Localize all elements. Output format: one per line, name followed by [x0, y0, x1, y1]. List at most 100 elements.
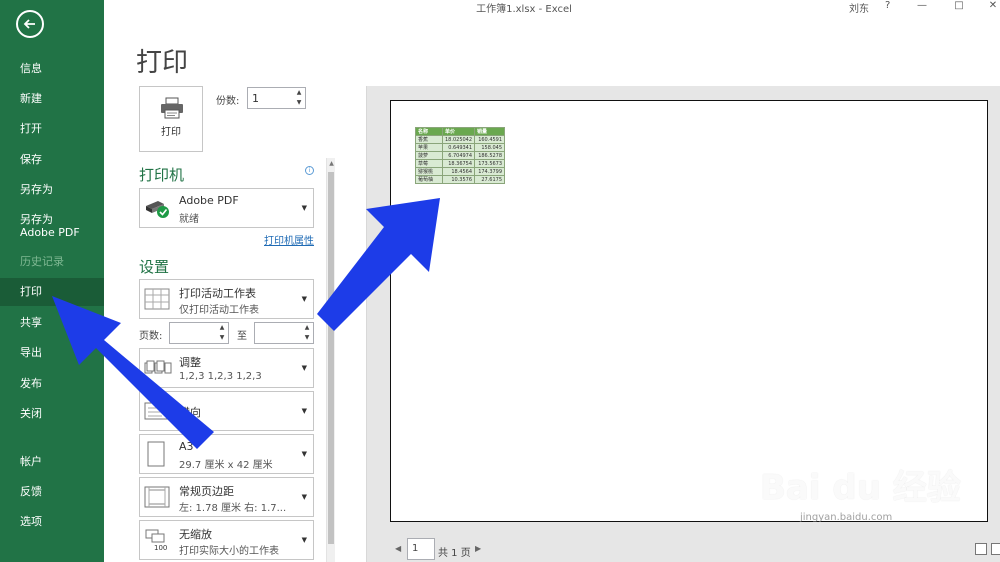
scaling-desc: 打印实际大小的工作表 [179, 546, 279, 557]
table-cell: 173.5673 [474, 159, 506, 168]
print-scope-dropdown[interactable]: 打印活动工作表 仅打印活动工作表 ▼ [139, 279, 314, 319]
sidebar-item-info[interactable]: 信息 [0, 62, 104, 75]
spin-down-icon[interactable]: ▼ [297, 99, 302, 107]
title-bar: 工作簿1.xlsx - Excel 刘东 ? — □ ✕ [104, 0, 1000, 15]
copies-label: 份数: [216, 96, 240, 107]
printer-ready-icon [146, 201, 169, 218]
sidebar-item-options[interactable]: 选项 [0, 515, 104, 528]
printer-properties-link[interactable]: 打印机属性 [264, 232, 314, 247]
table-cell: 186.5278 [474, 151, 506, 160]
table-row: 香蕉 18.025042 160.4591 [415, 135, 506, 144]
sidebar-item-account[interactable]: 帐户 [0, 455, 104, 468]
table-row: 菠萝 6.704974 186.5278 [415, 151, 506, 160]
pages-label: 页数: [139, 331, 163, 342]
table-row: 苹果 0.649341 158.045 [415, 143, 506, 152]
to-label: 至 [237, 331, 247, 342]
paper-size-desc: 29.7 厘米 x 42 厘米 [179, 460, 273, 471]
print-button-label: 打印 [161, 127, 181, 138]
info-icon[interactable]: i [305, 166, 314, 175]
window-title: 工作簿1.xlsx - Excel [476, 4, 572, 15]
scroll-up-icon[interactable]: ▲ [327, 160, 336, 167]
copies-stepper[interactable]: ▲▼ [247, 87, 306, 109]
chevron-down-icon: ▼ [301, 536, 307, 544]
printer-dropdown[interactable]: Adobe PDF 就绪 ▼ [139, 188, 314, 228]
back-button[interactable] [16, 10, 44, 38]
minimize-button[interactable]: — [915, 0, 929, 11]
table-cell: 10.3576 [441, 175, 476, 184]
watermark-url: jingyan.baidu.com [800, 512, 893, 523]
collate-dropdown[interactable]: 调整 1,2,3 1,2,3 1,2,3 ▼ [139, 348, 314, 388]
table-header-row: 名称 单价 销量 [415, 127, 506, 136]
table-cell: 草莓 [415, 159, 443, 168]
page-title: 打印 [136, 48, 189, 78]
table-cell: 6.704974 [441, 151, 476, 160]
sidebar-item-save-as[interactable]: 另存为 [0, 183, 104, 196]
sidebar-item-feedback[interactable]: 反馈 [0, 485, 104, 498]
restore-button[interactable]: □ [952, 0, 966, 11]
spin-up-icon[interactable]: ▲ [220, 324, 225, 332]
orientation-dropdown[interactable]: 横向 ▼ [139, 391, 314, 431]
spin-up-icon[interactable]: ▲ [305, 324, 310, 332]
landscape-page-icon [144, 402, 170, 420]
user-name[interactable]: 刘东 [849, 0, 869, 15]
pages-to-stepper[interactable]: ▲ ▼ [254, 322, 314, 344]
margins-desc: 左: 1.78 厘米 右: 1.7... [179, 503, 287, 514]
chevron-down-icon: ▼ [301, 493, 307, 501]
sidebar-item-history: 历史记录 [20, 255, 64, 268]
close-button[interactable]: ✕ [986, 0, 1000, 11]
print-button[interactable]: 打印 [139, 86, 203, 152]
table-cell: 158.045 [474, 143, 506, 152]
table-cell: 18.4564 [441, 167, 476, 176]
collate-desc: 1,2,3 1,2,3 1,2,3 [179, 371, 262, 382]
help-button[interactable]: ? [885, 0, 890, 11]
printer-name: Adobe PDF [179, 194, 239, 207]
paper-size-dropdown[interactable]: A3 29.7 厘米 x 42 厘米 ▼ [139, 434, 314, 474]
table-cell: 香蕉 [415, 135, 443, 144]
table-cell: 苹果 [415, 143, 443, 152]
backstage-sidebar: 信息 新建 打开 保存 另存为 另存为 Adobe PDF 历史记录 打印 共享… [0, 0, 104, 562]
settings-section-title: 设置 [139, 258, 170, 276]
sidebar-item-publish[interactable]: 发布 [0, 377, 104, 390]
show-margins-icon[interactable] [975, 543, 987, 555]
sidebar-item-close[interactable]: 关闭 [0, 407, 104, 420]
spin-down-icon[interactable]: ▼ [305, 334, 310, 342]
chevron-down-icon: ▼ [301, 295, 307, 303]
scaling-value: 无缩放 [179, 528, 212, 541]
scaling-dropdown[interactable]: 100 无缩放 打印实际大小的工作表 ▼ [139, 520, 314, 560]
pages-from-stepper[interactable]: ▲ ▼ [169, 322, 229, 344]
printer-icon [161, 97, 183, 119]
table-cell: 猕猴桃 [415, 167, 443, 176]
table-cell: 菠萝 [415, 151, 443, 160]
table-header: 单价 [441, 127, 476, 136]
sidebar-item-share[interactable]: 共享 [0, 316, 104, 329]
chevron-down-icon: ▼ [301, 407, 307, 415]
spin-up-icon[interactable]: ▲ [297, 89, 302, 97]
sidebar-item-save-as-pdf[interactable]: 另存为 Adobe PDF [0, 213, 90, 239]
settings-scrollbar[interactable]: ▲ [326, 158, 335, 562]
chevron-down-icon: ▼ [301, 204, 307, 212]
table-row: 葡萄柚 10.3576 27.6175 [415, 175, 506, 184]
table-header: 名称 [415, 127, 443, 136]
table-cell: 18.025042 [441, 135, 476, 144]
zoom-to-page-icon[interactable] [991, 543, 1000, 555]
previous-page-icon[interactable]: ◀ [395, 544, 401, 553]
paper-size-value: A3 [179, 440, 194, 453]
chevron-down-icon: ▼ [301, 364, 307, 372]
total-pages: 共 1 页 [438, 548, 471, 559]
scrollbar-thumb[interactable] [328, 172, 334, 544]
next-page-icon[interactable]: ▶ [475, 544, 481, 553]
sidebar-item-new[interactable]: 新建 [0, 92, 104, 105]
sidebar-item-open[interactable]: 打开 [0, 122, 104, 135]
sidebar-item-save[interactable]: 保存 [0, 153, 104, 166]
collated-pages-icon [144, 360, 172, 374]
sidebar-item-export[interactable]: 导出 [0, 346, 104, 359]
back-arrow-icon [23, 19, 35, 29]
margins-dropdown[interactable]: 常规页边距 左: 1.78 厘米 右: 1.7... ▼ [139, 477, 314, 517]
sidebar-item-print[interactable]: 打印 [0, 278, 104, 306]
table-cell: 160.4591 [474, 135, 506, 144]
spin-down-icon[interactable]: ▼ [220, 334, 225, 342]
table-cell: 174.3799 [474, 167, 506, 176]
table-header: 销量 [474, 127, 506, 136]
current-page-input[interactable]: 1 [407, 538, 435, 560]
print-scope-value: 打印活动工作表 [179, 287, 256, 300]
